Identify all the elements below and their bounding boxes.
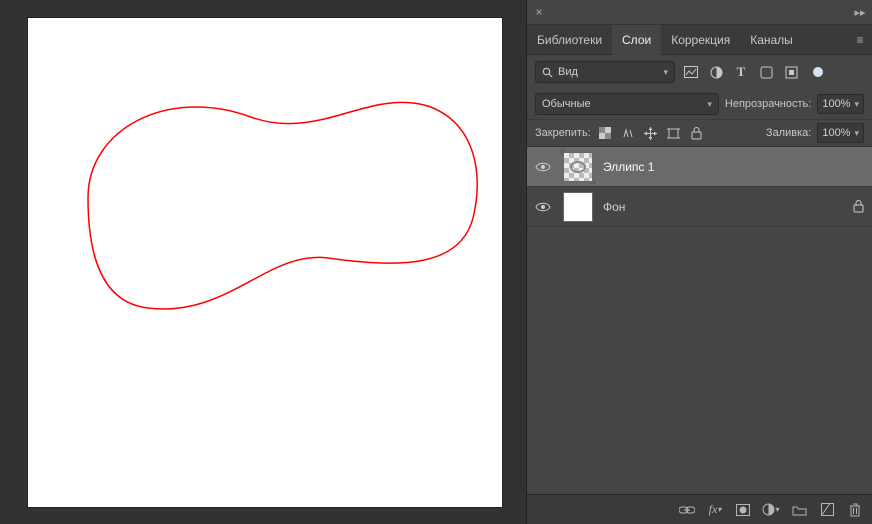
filter-toggle-dot[interactable] xyxy=(813,67,823,77)
close-icon[interactable]: × xyxy=(527,5,551,19)
visibility-icon[interactable] xyxy=(535,161,553,173)
trash-icon[interactable] xyxy=(846,501,864,519)
panel-menu-icon[interactable]: ≡ xyxy=(848,33,872,47)
group-icon[interactable] xyxy=(790,501,808,519)
layer-name[interactable]: Фон xyxy=(603,200,625,214)
canvas[interactable] xyxy=(28,18,502,507)
lock-pixels-icon[interactable] xyxy=(620,125,636,141)
adjustment-icon[interactable]: ▾ xyxy=(762,501,780,519)
filter-text-icon[interactable]: T xyxy=(733,64,749,80)
filter-kind-label: Вид xyxy=(558,66,578,78)
opacity-value: 100% xyxy=(822,98,850,110)
fill-input[interactable]: 100% ▾ xyxy=(817,123,864,143)
chevron-down-icon: ▾ xyxy=(707,99,712,110)
filter-kind-select[interactable]: Вид ▾ xyxy=(535,61,675,83)
visibility-icon[interactable] xyxy=(535,201,553,213)
chevron-down-icon: ▾ xyxy=(854,128,859,139)
lock-icon xyxy=(853,200,864,213)
lock-artboard-icon[interactable] xyxy=(666,125,682,141)
lock-all-icon[interactable] xyxy=(689,125,705,141)
layer-row[interactable]: Эллипс 1 xyxy=(527,147,872,187)
layers-list: Эллипс 1 Фон xyxy=(527,147,872,494)
app: × ▸▸ Библиотеки Слои Коррекция Каналы ≡ … xyxy=(0,0,872,524)
layer-thumbnail[interactable] xyxy=(563,192,593,222)
layer-thumbnail[interactable] xyxy=(563,152,593,182)
lock-transparent-icon[interactable] xyxy=(597,125,613,141)
blend-mode-label: Обычные xyxy=(542,98,591,110)
tab-libraries[interactable]: Библиотеки xyxy=(527,25,612,55)
fill-value: 100% xyxy=(822,127,850,139)
tab-layers[interactable]: Слои xyxy=(612,25,661,55)
filter-shape-icon[interactable] xyxy=(758,64,774,80)
mask-icon[interactable] xyxy=(734,501,752,519)
blend-row: Обычные ▾ Непрозрачность: 100% ▾ xyxy=(527,89,872,119)
collapse-icon[interactable]: ▸▸ xyxy=(848,6,872,19)
lock-label: Закрепить: xyxy=(535,127,591,139)
panel-footer: fx▾ ▾ xyxy=(527,494,872,524)
shape-path[interactable] xyxy=(28,18,502,507)
side-header: × ▸▸ xyxy=(527,0,872,25)
chevron-down-icon: ▾ xyxy=(663,67,668,78)
filter-type-icons: T xyxy=(683,64,799,80)
search-icon xyxy=(542,67,553,78)
tab-channels[interactable]: Каналы xyxy=(740,25,803,55)
layer-row[interactable]: Фон xyxy=(527,187,872,227)
lock-row: Закрепить: Заливка: 100% ▾ xyxy=(527,119,872,147)
lock-position-icon[interactable] xyxy=(643,125,659,141)
opacity-label: Непрозрачность: xyxy=(725,98,811,110)
panel-tabs: Библиотеки Слои Коррекция Каналы ≡ xyxy=(527,25,872,55)
tab-adjustments[interactable]: Коррекция xyxy=(661,25,740,55)
layer-name[interactable]: Эллипс 1 xyxy=(603,160,654,174)
filter-smart-icon[interactable] xyxy=(783,64,799,80)
new-layer-icon[interactable] xyxy=(818,501,836,519)
opacity-input[interactable]: 100% ▾ xyxy=(817,94,864,114)
filter-pixel-icon[interactable] xyxy=(683,64,699,80)
side-panel: × ▸▸ Библиотеки Слои Коррекция Каналы ≡ … xyxy=(526,0,872,524)
fx-icon[interactable]: fx▾ xyxy=(706,501,724,519)
blend-mode-select[interactable]: Обычные ▾ xyxy=(535,93,719,115)
chevron-down-icon: ▾ xyxy=(854,99,859,110)
filter-row: Вид ▾ T xyxy=(527,55,872,89)
filter-adjust-icon[interactable] xyxy=(708,64,724,80)
canvas-area xyxy=(0,0,526,524)
fill-label: Заливка: xyxy=(766,127,811,139)
link-icon[interactable] xyxy=(678,501,696,519)
